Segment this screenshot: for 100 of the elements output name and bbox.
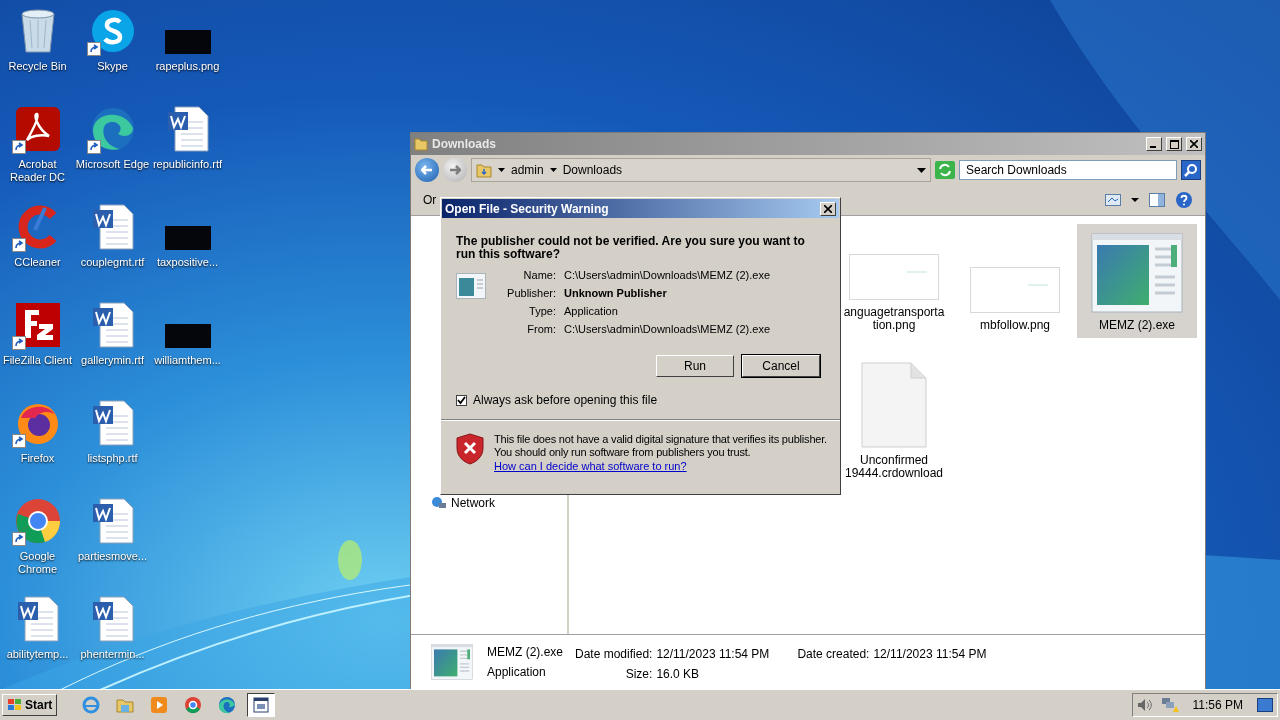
- media-player-icon: [150, 696, 169, 714]
- dialog-button[interactable]: Run: [656, 355, 734, 377]
- caret-icon[interactable]: [549, 168, 557, 172]
- detail-value: 16.0 KB: [656, 667, 701, 681]
- filezilla-icon: [14, 302, 61, 348]
- document-icon: [91, 498, 134, 544]
- file-item[interactable]: Unconfirmed 19444.crdownload: [835, 358, 953, 486]
- back-button[interactable]: [415, 158, 439, 182]
- desktop-icon-label[interactable]: taxpositive...: [150, 256, 225, 269]
- field-value: Application: [564, 305, 619, 317]
- acrobat-icon: [14, 106, 61, 152]
- document-icon: [91, 302, 134, 348]
- back-arrow-icon: [421, 165, 433, 175]
- internet-explorer-icon: [82, 696, 101, 714]
- file-item[interactable]: mbfollow.png: [955, 224, 1075, 338]
- folder-icon: [476, 162, 492, 178]
- desktop-icon-label[interactable]: williamthem...: [150, 354, 225, 367]
- document-icon: [16, 596, 59, 642]
- file-item[interactable]: MEMZ (2).exe: [1077, 224, 1197, 338]
- application-file-icon: [456, 273, 486, 299]
- folder-icon: [116, 697, 135, 713]
- skype-icon: [89, 8, 136, 54]
- field-label: Type:: [528, 305, 556, 317]
- image-thumbnail-icon: [164, 226, 211, 250]
- shield-error-icon: [456, 433, 484, 465]
- file-item[interactable]: anguagetransportation.png: [835, 224, 953, 338]
- image-thumbnail-icon: [164, 324, 211, 348]
- search-button[interactable]: [1181, 160, 1201, 180]
- window-title: Downloads: [432, 137, 497, 151]
- checkbox[interactable]: [456, 394, 467, 406]
- application-window-icon: [253, 697, 270, 713]
- application-file-icon: [1091, 233, 1183, 313]
- maximize-button[interactable]: [1166, 137, 1182, 151]
- refresh-icon[interactable]: [935, 161, 955, 179]
- chrome-icon: [184, 696, 203, 714]
- close-icon: [824, 204, 832, 213]
- help-link[interactable]: How can I decide what software to run?: [494, 460, 687, 472]
- caret-icon[interactable]: [1131, 198, 1139, 202]
- desktop-icon-label[interactable]: FileZilla Client: [0, 354, 75, 367]
- windows-logo-icon: [7, 698, 23, 712]
- warning-question: The publisher could not be verified. Are you sure you want to run this software?: [456, 235, 806, 261]
- maximize-icon: [1169, 139, 1179, 149]
- navigation-item[interactable]: Network: [431, 496, 495, 510]
- file-name: MEMZ (2).exe: [487, 645, 563, 659]
- desktop-icon-label[interactable]: Recycle Bin: [0, 60, 75, 73]
- close-button[interactable]: [1186, 137, 1202, 151]
- address-bar[interactable]: admin Downloads: [471, 158, 931, 182]
- help-icon[interactable]: [1175, 191, 1193, 209]
- forward-button[interactable]: [443, 158, 467, 182]
- view-icon[interactable]: [1105, 194, 1121, 206]
- organize-menu[interactable]: Or: [423, 193, 437, 207]
- field-value: C:\Users\admin\Downloads\MEMZ (2).exe: [564, 323, 770, 335]
- detail-label: Date created:: [797, 647, 870, 661]
- detail-label: Date modified:: [575, 647, 653, 661]
- desktop-icon-label[interactable]: Acrobat Reader DC: [0, 158, 75, 184]
- dialog-button[interactable]: Cancel: [742, 355, 820, 377]
- warning-text: This file does not have a valid digital signature that verifies its publisher. You should only run software from publishers you trust.: [494, 433, 828, 459]
- network-warning-icon[interactable]: [1160, 697, 1179, 713]
- chrome-icon: [14, 498, 61, 544]
- edge-icon: [89, 106, 136, 152]
- field-value: Unknown Publisher: [564, 287, 668, 299]
- desktop-icon-label[interactable]: gallerymin.rtf: [75, 354, 150, 367]
- start-button[interactable]: Start: [2, 694, 58, 716]
- caret-icon[interactable]: [498, 168, 505, 172]
- document-icon: [91, 204, 134, 250]
- detail-value: 12/11/2023 11:54 PM: [656, 647, 770, 661]
- dropdown-icon[interactable]: [917, 167, 926, 173]
- document-icon: [91, 400, 134, 446]
- document-icon: [166, 106, 209, 152]
- close-icon: [1190, 140, 1198, 148]
- file-type: Application: [487, 665, 547, 679]
- breadcrumb-item[interactable]: admin: [511, 163, 544, 177]
- desktop-icon-label[interactable]: CCleaner: [0, 256, 75, 269]
- taskbar-button[interactable]: [247, 693, 276, 717]
- folder-icon: [414, 137, 428, 151]
- desktop-icon-label[interactable]: Firefox: [0, 452, 75, 465]
- dialog-title: Open File - Security Warning: [445, 201, 610, 216]
- blank-file-icon: [861, 362, 927, 448]
- detail-label: Size:: [624, 667, 653, 681]
- clock: 11:56 PM: [1192, 698, 1243, 712]
- field-label: From:: [526, 323, 556, 335]
- document-icon: [91, 596, 134, 642]
- show-desktop-icon[interactable]: [1257, 698, 1273, 712]
- breadcrumb-item[interactable]: Downloads: [562, 163, 623, 177]
- field-label: Publisher:: [506, 287, 556, 299]
- desktop-icon-label[interactable]: republicinfo.rtf: [150, 158, 225, 171]
- speaker-icon[interactable]: [1136, 698, 1153, 712]
- desktop-icon-label[interactable]: Skype: [75, 60, 150, 73]
- search-icon: [1184, 163, 1198, 177]
- preview-pane-icon[interactable]: [1149, 193, 1165, 207]
- desktop-icon-label[interactable]: couplegmt.rtf: [75, 256, 150, 269]
- forward-arrow-icon: [449, 165, 461, 175]
- close-button[interactable]: [820, 201, 836, 216]
- minimize-button[interactable]: [1146, 137, 1162, 151]
- desktop-icon-label[interactable]: rapeplus.png: [150, 60, 225, 73]
- search-field[interactable]: Search Downloads: [959, 160, 1177, 180]
- network-icon: [431, 496, 447, 510]
- desktop-icon-label[interactable]: Microsoft Edge: [75, 158, 150, 171]
- detail-value: 12/11/2023 11:54 PM: [873, 647, 987, 661]
- application-file-icon: [429, 644, 475, 680]
